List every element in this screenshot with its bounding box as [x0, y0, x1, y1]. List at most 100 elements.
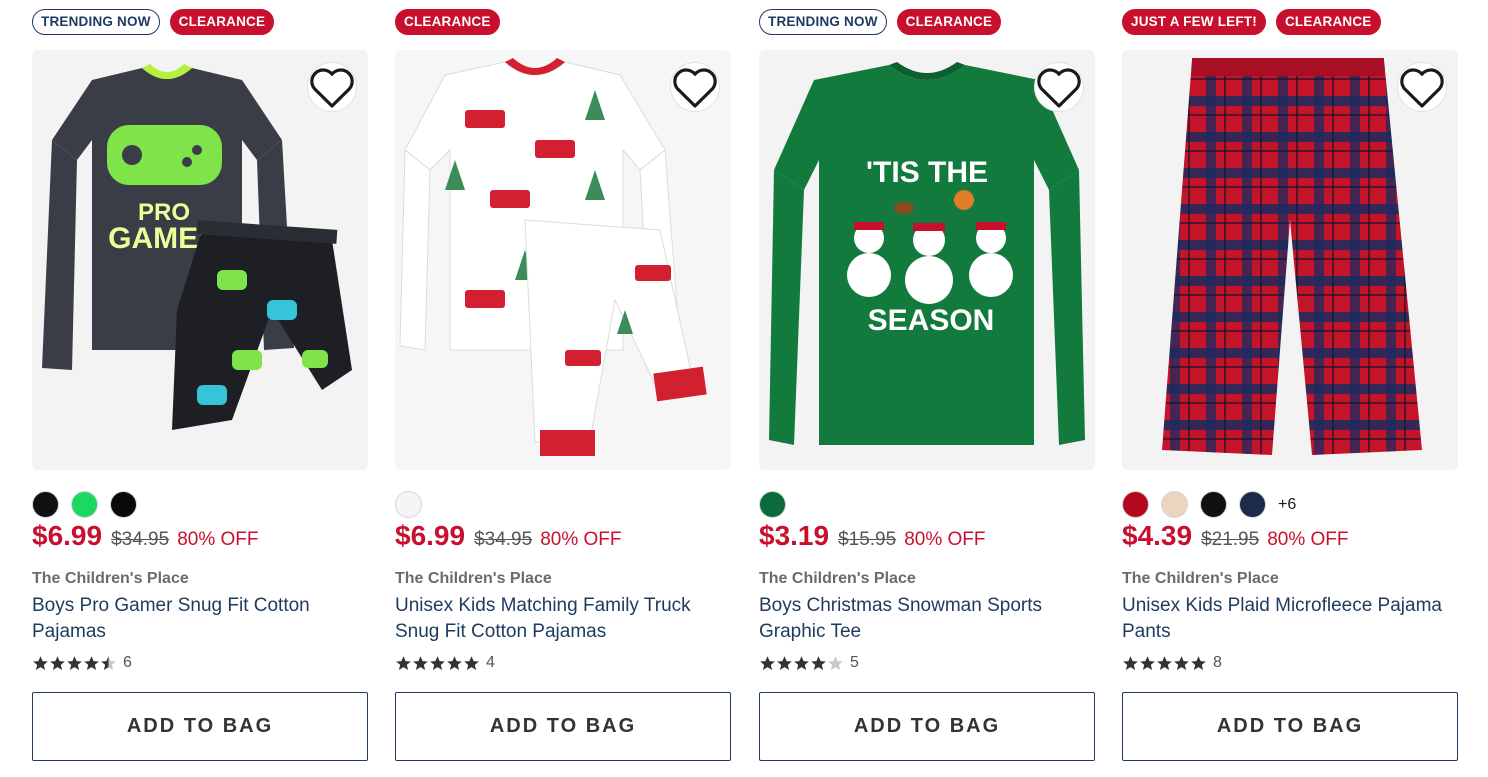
price-row: $6.99 $34.95 80% OFF: [395, 520, 622, 556]
star-icon: [84, 655, 99, 670]
product-image[interactable]: PRO GAMER: [32, 50, 368, 470]
product-grid: TRENDING NOW CLEARANCE PRO GAMER $6.99 $…: [0, 0, 1488, 777]
list-price: $21.95: [1201, 529, 1260, 550]
product-image[interactable]: 'TIS THE SEASON: [759, 50, 1095, 470]
tee-graphic-line-1: 'TIS THE: [866, 156, 988, 189]
rating[interactable]: 6: [32, 653, 132, 673]
star-icon: [33, 655, 48, 670]
product-title[interactable]: Unisex Kids Plaid Microfleece Pajama Pan…: [1122, 593, 1452, 645]
favorite-button[interactable]: [307, 62, 357, 112]
color-swatch[interactable]: [1239, 491, 1266, 518]
price-row: $3.19 $15.95 80% OFF: [759, 520, 986, 556]
heart-icon: [1400, 68, 1444, 108]
badge-row: TRENDING NOW CLEARANCE: [32, 9, 275, 35]
review-count: 6: [123, 654, 132, 671]
star-icon: [777, 655, 792, 670]
sale-price: $4.39: [1122, 520, 1193, 551]
heart-icon: [310, 68, 354, 108]
review-count: 5: [850, 654, 859, 671]
add-to-bag-button[interactable]: ADD TO BAG: [32, 692, 368, 761]
favorite-button[interactable]: [670, 62, 720, 112]
review-count: 4: [486, 654, 495, 671]
badge-row: TRENDING NOW CLEARANCE: [759, 9, 1002, 35]
badge-row: CLEARANCE: [395, 9, 500, 35]
more-colors-link[interactable]: +6: [1278, 496, 1296, 514]
star-icon: [464, 655, 479, 670]
color-swatches: [395, 491, 422, 518]
star-icon: [1123, 655, 1138, 670]
review-count: 8: [1213, 654, 1222, 671]
star-icon: [447, 655, 462, 670]
rating[interactable]: 5: [759, 653, 859, 673]
product-title[interactable]: Boys Pro Gamer Snug Fit Cotton Pajamas: [32, 593, 362, 645]
color-swatch[interactable]: [110, 491, 137, 518]
clearance-badge: CLEARANCE: [169, 9, 275, 35]
star-icon: [1191, 655, 1206, 670]
heart-icon: [1037, 68, 1081, 108]
brand-name: The Children's Place: [759, 570, 916, 587]
star-icon: [1140, 655, 1155, 670]
tee-graphic-line-2: SEASON: [868, 304, 995, 337]
product-card: CLEARANCE $6.99 $34.95 80% OFF The Child…: [395, 0, 731, 777]
product-image[interactable]: [1122, 50, 1458, 470]
sale-price: $3.19: [759, 520, 830, 551]
pajama-set-image: PRO GAMER: [32, 50, 368, 470]
star-icon: [828, 655, 843, 670]
star-icon: [811, 655, 826, 670]
sale-price: $6.99: [395, 520, 466, 551]
add-to-bag-button[interactable]: ADD TO BAG: [759, 692, 1095, 761]
star-rating: [395, 655, 480, 672]
star-icon: [1157, 655, 1172, 670]
star-icon: [760, 655, 775, 670]
low-stock-badge: JUST A FEW LEFT!: [1122, 9, 1266, 35]
product-title[interactable]: Boys Christmas Snowman Sports Graphic Te…: [759, 593, 1089, 645]
rating[interactable]: 8: [1122, 653, 1222, 673]
price-row: $4.39 $21.95 80% OFF: [1122, 520, 1349, 556]
star-rating: [32, 655, 117, 672]
heart-icon: [673, 68, 717, 108]
color-swatch[interactable]: [1200, 491, 1227, 518]
color-swatch[interactable]: [395, 491, 422, 518]
clearance-badge: CLEARANCE: [1275, 9, 1381, 35]
trending-badge: TRENDING NOW: [759, 9, 887, 35]
color-swatches: +6: [1122, 491, 1296, 518]
color-swatch[interactable]: [1122, 491, 1149, 518]
sale-price: $6.99: [32, 520, 103, 551]
plaid-pants-image: [1122, 50, 1458, 470]
list-price: $15.95: [838, 529, 897, 550]
product-card: TRENDING NOW CLEARANCE PRO GAMER $6.99 $…: [32, 0, 368, 777]
color-swatch[interactable]: [1161, 491, 1188, 518]
clearance-badge: CLEARANCE: [395, 9, 500, 35]
favorite-button[interactable]: [1397, 62, 1447, 112]
trending-badge: TRENDING NOW: [32, 9, 160, 35]
pajama-set-image: [395, 50, 731, 470]
discount-label: 80% OFF: [177, 529, 259, 550]
star-icon: [430, 655, 445, 670]
star-icon: [67, 655, 82, 670]
color-swatch[interactable]: [32, 491, 59, 518]
list-price: $34.95: [474, 529, 533, 550]
add-to-bag-button[interactable]: ADD TO BAG: [395, 692, 731, 761]
star-icon: [396, 655, 411, 670]
star-icon: [1174, 655, 1189, 670]
add-to-bag-button[interactable]: ADD TO BAG: [1122, 692, 1458, 761]
discount-label: 80% OFF: [540, 529, 622, 550]
badge-row: JUST A FEW LEFT! CLEARANCE: [1122, 9, 1381, 35]
star-icon: [413, 655, 428, 670]
star-icon: [50, 655, 65, 670]
discount-label: 80% OFF: [904, 529, 986, 550]
favorite-button[interactable]: [1034, 62, 1084, 112]
brand-name: The Children's Place: [1122, 570, 1279, 587]
product-card: TRENDING NOW CLEARANCE 'TIS THE SEASON $…: [759, 0, 1095, 777]
rating[interactable]: 4: [395, 653, 495, 673]
product-image[interactable]: [395, 50, 731, 470]
color-swatches: [759, 491, 786, 518]
color-swatch[interactable]: [71, 491, 98, 518]
star-icon: [101, 655, 116, 670]
product-title[interactable]: Unisex Kids Matching Family Truck Snug F…: [395, 593, 725, 645]
star-rating: [759, 655, 844, 672]
color-swatches: [32, 491, 137, 518]
graphic-tee-image: 'TIS THE SEASON: [759, 50, 1095, 470]
brand-name: The Children's Place: [395, 570, 552, 587]
color-swatch[interactable]: [759, 491, 786, 518]
